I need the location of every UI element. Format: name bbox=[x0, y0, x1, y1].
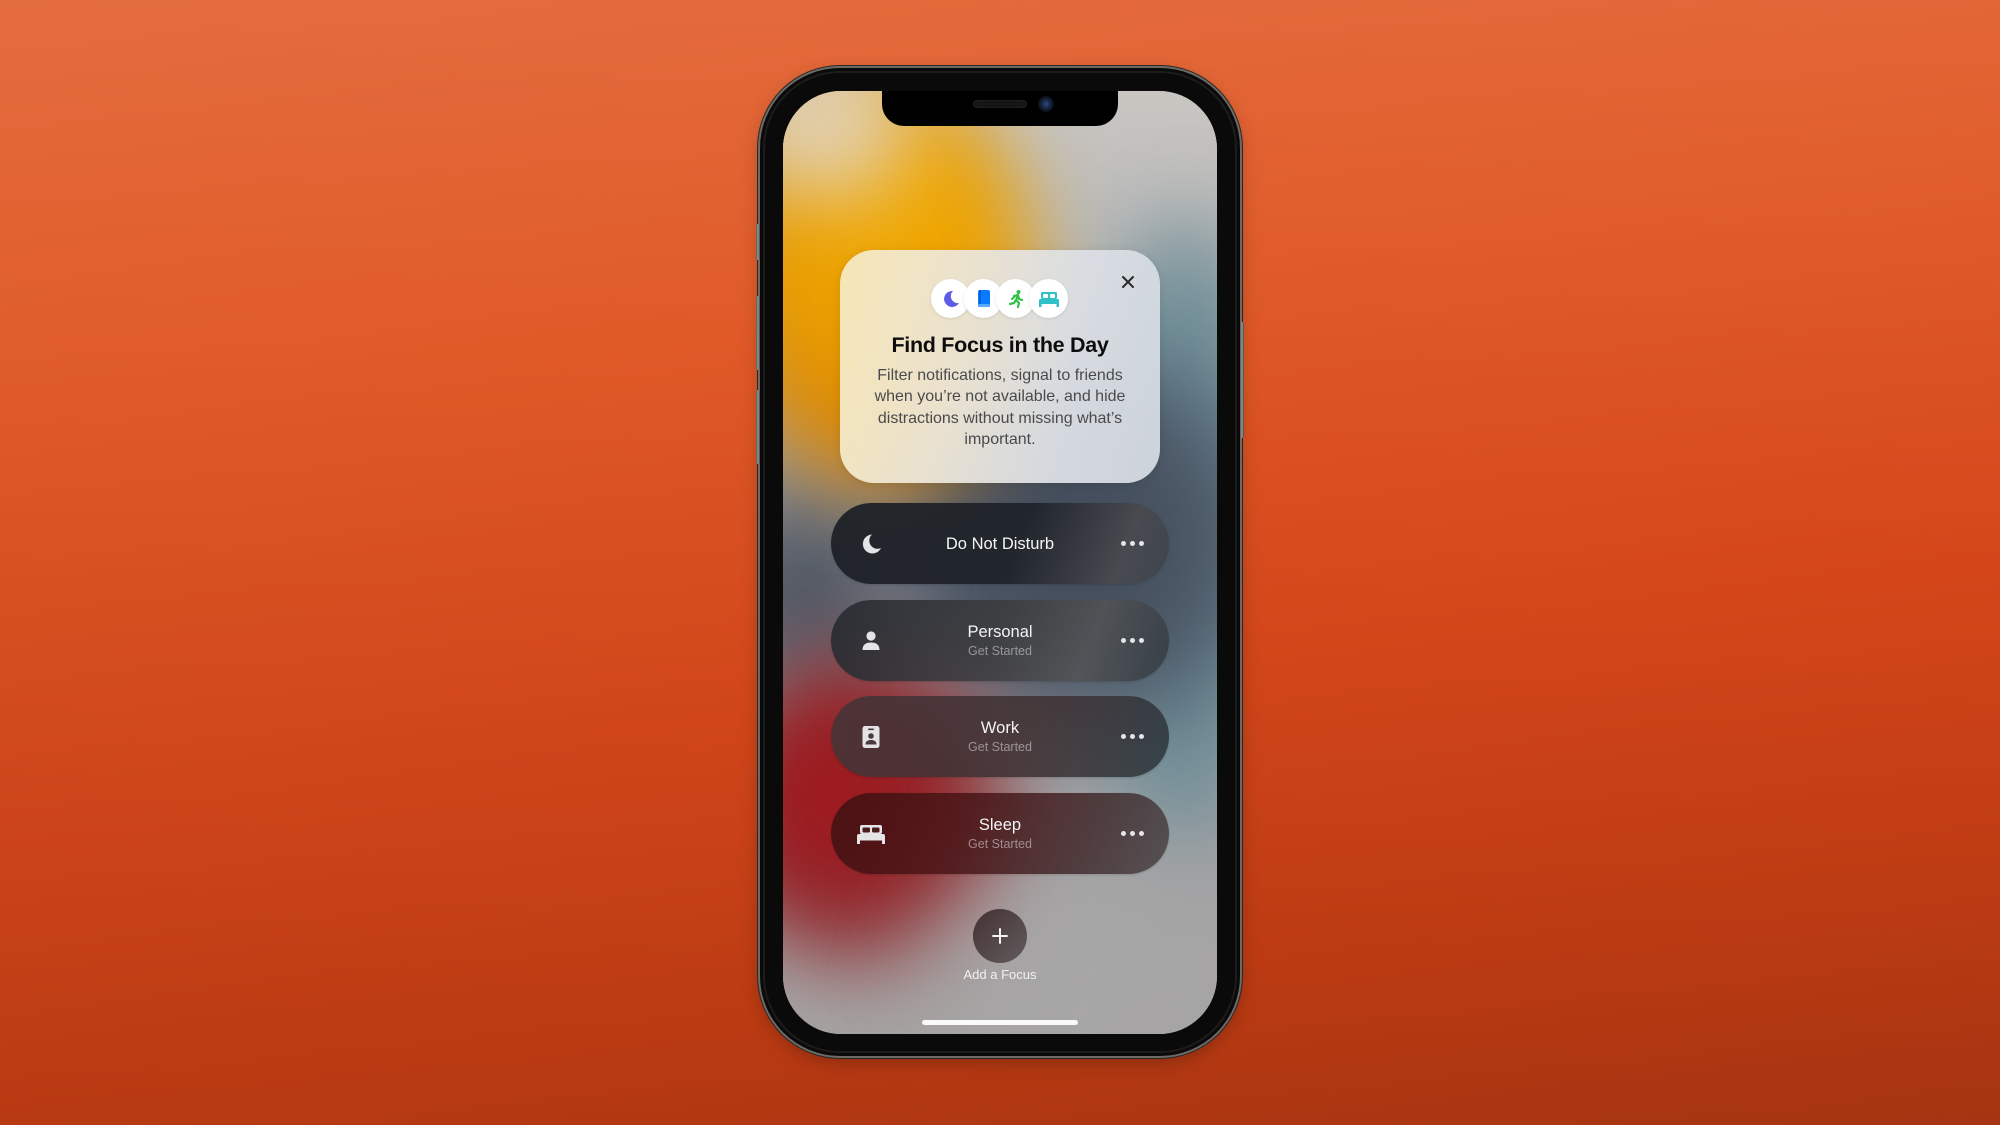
bed-icon-badge bbox=[1029, 279, 1068, 318]
focus-item-subtitle: Get Started bbox=[968, 644, 1032, 658]
more-options-button[interactable] bbox=[1117, 629, 1147, 653]
id-badge-icon bbox=[862, 725, 880, 748]
ellipsis-icon bbox=[1120, 734, 1126, 739]
bed-icon bbox=[857, 824, 885, 844]
home-indicator[interactable] bbox=[922, 1020, 1078, 1025]
close-card-button[interactable] bbox=[1118, 272, 1138, 292]
earpiece-speaker bbox=[973, 100, 1027, 108]
focus-item-personal[interactable]: Personal Get Started bbox=[831, 600, 1169, 681]
iphone-device: Find Focus in the Day Filter notificatio… bbox=[756, 68, 1244, 1056]
volume-down-button bbox=[756, 390, 760, 464]
close-icon bbox=[1122, 276, 1134, 288]
more-options-button[interactable] bbox=[1117, 532, 1147, 556]
ellipsis-icon bbox=[1120, 541, 1126, 546]
running-figure-icon bbox=[1008, 289, 1023, 308]
focus-item-subtitle: Get Started bbox=[968, 740, 1032, 754]
moon-icon bbox=[943, 290, 959, 307]
phone-screen: Find Focus in the Day Filter notificatio… bbox=[783, 91, 1217, 1034]
focus-item-title: Work bbox=[980, 719, 1020, 737]
person-icon bbox=[862, 630, 880, 650]
focus-item-icon bbox=[853, 526, 889, 562]
focus-item-icon bbox=[853, 816, 889, 852]
add-focus-button[interactable] bbox=[973, 909, 1027, 963]
focus-item-do-not-disturb[interactable]: Do Not Disturb bbox=[831, 503, 1169, 584]
card-title: Find Focus in the Day bbox=[891, 333, 1109, 357]
card-description: Filter notifications, signal to friends … bbox=[874, 367, 1126, 448]
side-button bbox=[1240, 322, 1244, 438]
focus-item-sleep[interactable]: Sleep Get Started bbox=[831, 793, 1169, 874]
volume-up-button bbox=[756, 296, 760, 370]
front-camera bbox=[1038, 96, 1054, 112]
book-icon bbox=[977, 289, 990, 307]
focus-item-icon bbox=[853, 719, 889, 755]
add-focus-label: Add a Focus bbox=[963, 967, 1037, 982]
focus-item-title: Do Not Disturb bbox=[945, 534, 1055, 553]
ellipsis-icon bbox=[1120, 638, 1126, 643]
more-options-button[interactable] bbox=[1117, 725, 1147, 749]
focus-item-title: Personal bbox=[967, 623, 1033, 641]
focus-item-title: Sleep bbox=[978, 816, 1022, 834]
focus-item-icon bbox=[853, 623, 889, 659]
silent-switch bbox=[756, 224, 760, 260]
plus-icon bbox=[992, 928, 1008, 944]
focus-icons-row bbox=[931, 279, 1071, 319]
focus-item-subtitle: Get Started bbox=[968, 837, 1032, 851]
more-options-button[interactable] bbox=[1117, 822, 1147, 846]
find-focus-card: Find Focus in the Day Filter notificatio… bbox=[840, 250, 1160, 483]
bed-icon bbox=[1038, 291, 1059, 307]
focus-item-work[interactable]: Work Get Started bbox=[831, 696, 1169, 777]
notch bbox=[882, 91, 1118, 126]
ellipsis-icon bbox=[1120, 831, 1126, 836]
moon-icon bbox=[862, 534, 881, 553]
